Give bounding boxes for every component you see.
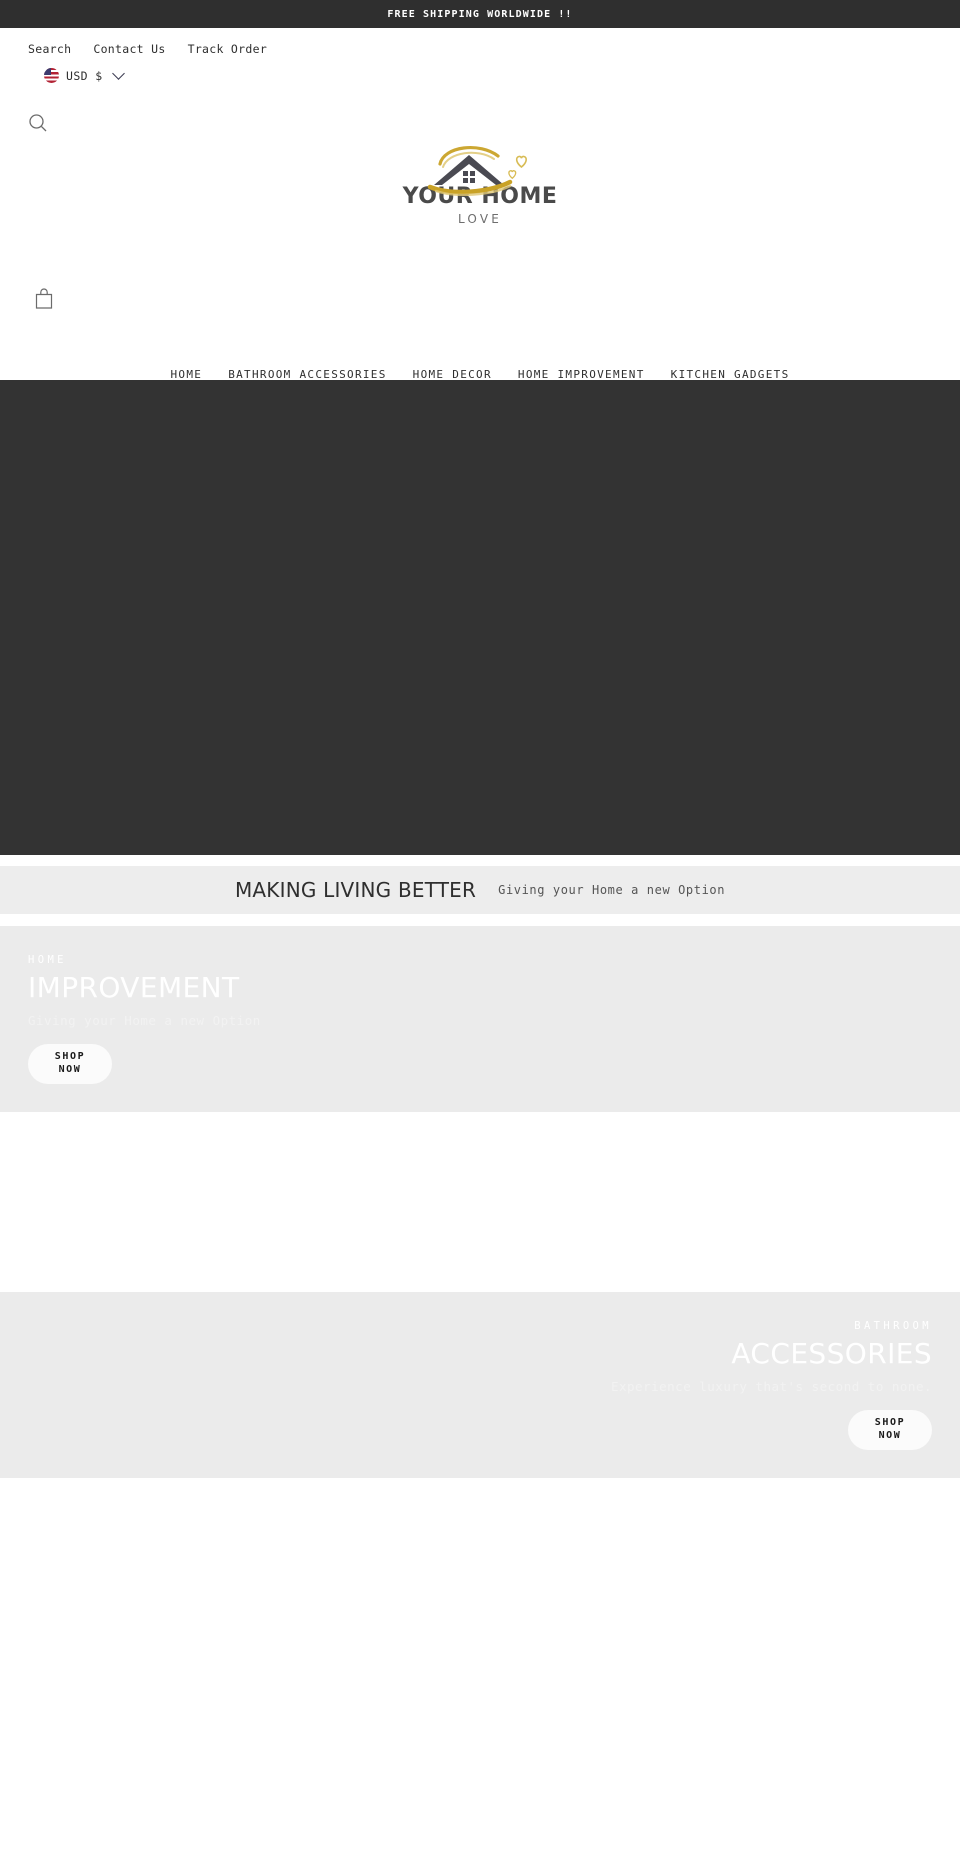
utility-link-contact-us[interactable]: Contact Us — [93, 42, 165, 56]
utility-link-track-order[interactable]: Track Order — [188, 42, 267, 56]
shop-now-line2: NOW — [58, 1063, 82, 1075]
promo-content: BATHROOM ACCESSORIES Experience luxury t… — [583, 1320, 960, 1450]
announcement-text: FREE SHIPPING WORLDWIDE !! — [387, 8, 573, 20]
announcement-bar: FREE SHIPPING WORLDWIDE !! — [0, 0, 960, 28]
promo-eyebrow: BATHROOM — [854, 1320, 932, 1333]
promo-banner-bathroom-accessories[interactable]: BATHROOM ACCESSORIES Experience luxury t… — [0, 1292, 960, 1478]
chevron-down-icon — [111, 67, 125, 80]
promo-eyebrow: HOME — [28, 954, 67, 967]
site-header: Search Contact Us Track Order USD $ YOUR… — [0, 28, 960, 381]
heart-icon — [508, 170, 517, 180]
logo-subtext: LOVE — [457, 212, 503, 226]
currency-label: USD $ — [66, 68, 103, 83]
currency-selector[interactable]: USD $ — [40, 66, 127, 85]
tagline-strip: MAKING LIVING BETTER Giving your Home a … — [0, 866, 960, 914]
shop-now-button[interactable]: SHOP NOW — [848, 1409, 932, 1450]
utility-link-search[interactable]: Search — [28, 42, 71, 56]
promo-description: Giving your Home a new Option — [28, 1012, 261, 1028]
site-logo[interactable]: YOUR HOME LOVE — [0, 140, 960, 226]
shop-now-line2: NOW — [878, 1429, 902, 1441]
shop-now-line1: SHOP — [874, 1417, 906, 1429]
house-roof-icon — [427, 146, 527, 197]
shop-now-line1: SHOP — [54, 1051, 86, 1063]
promo-banner-home-improvement[interactable]: HOME IMPROVEMENT Giving your Home a new … — [0, 926, 960, 1112]
heart-icon — [515, 155, 527, 169]
content-gap-upper — [0, 1112, 960, 1292]
logo-mark — [410, 140, 550, 197]
promo-description: Experience luxury that's second to none. — [610, 1378, 932, 1394]
currency-row: USD $ — [0, 56, 960, 85]
utility-nav: Search Contact Us Track Order — [0, 28, 960, 56]
search-icon[interactable] — [26, 111, 50, 135]
hero-slideshow[interactable] — [0, 380, 960, 855]
tagline-subtitle: Giving your Home a new Option — [498, 883, 726, 897]
promo-heading: IMPROVEMENT — [28, 971, 240, 1005]
promo-heading: ACCESSORIES — [731, 1337, 932, 1371]
tagline-title: MAKING LIVING BETTER — [234, 878, 477, 902]
us-flag-icon — [44, 68, 59, 83]
shopping-bag-icon[interactable] — [33, 287, 55, 311]
shop-now-button[interactable]: SHOP NOW — [28, 1043, 112, 1084]
promo-content: HOME IMPROVEMENT Giving your Home a new … — [0, 954, 289, 1084]
content-gap-lower — [0, 1478, 960, 1875]
